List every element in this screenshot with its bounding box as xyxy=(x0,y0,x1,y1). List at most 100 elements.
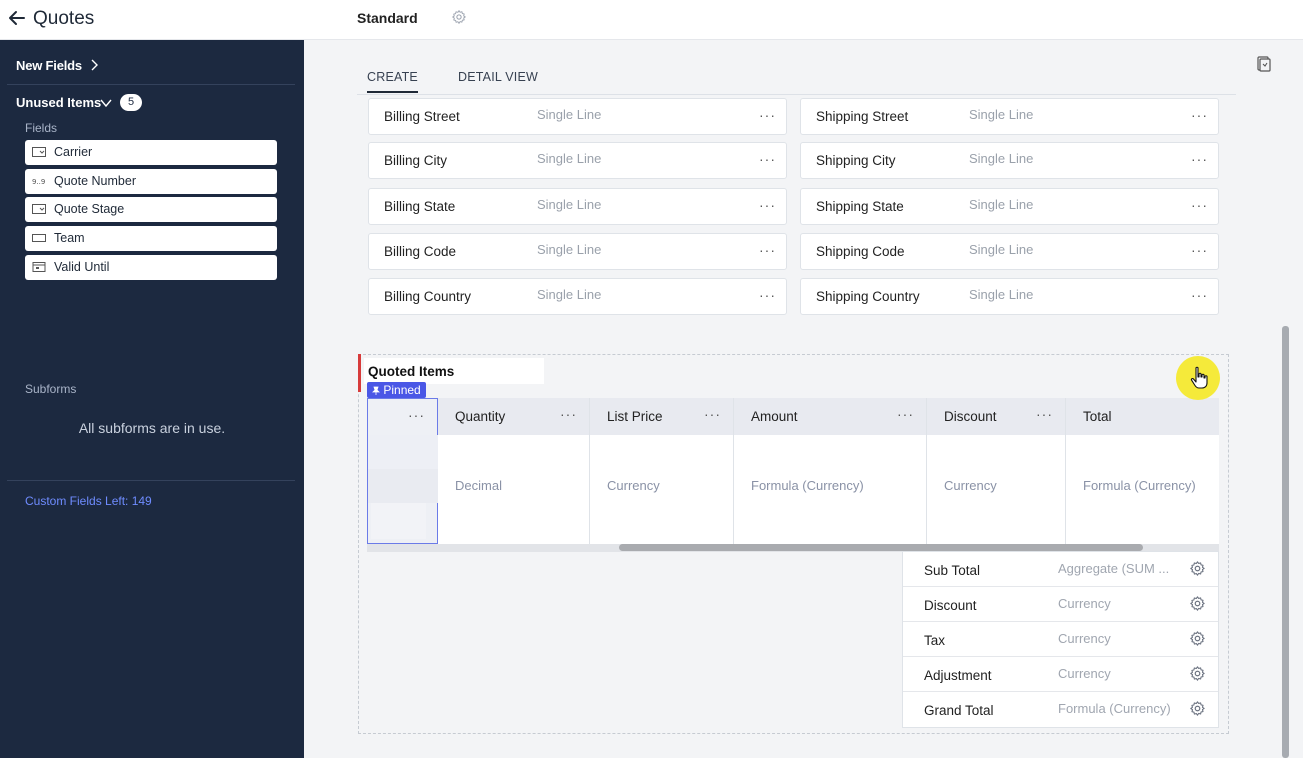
column-header: Quantity ··· xyxy=(438,398,589,435)
total-row-discount[interactable]: Discount Currency xyxy=(903,587,1218,622)
field-name: Shipping State xyxy=(816,199,904,214)
field-name: Shipping Country xyxy=(816,289,920,304)
field-billing-code[interactable]: Billing Code Single Line ··· xyxy=(368,233,787,270)
more-options-icon[interactable]: ··· xyxy=(897,406,914,422)
field-type: Single Line xyxy=(537,242,602,257)
column-title: Total xyxy=(1083,409,1112,424)
vertical-scrollbar[interactable] xyxy=(1282,326,1289,758)
field-label: Quote Number xyxy=(54,174,136,188)
total-row-label: Sub Total xyxy=(924,563,981,578)
back-arrow-icon[interactable] xyxy=(6,7,28,29)
gear-icon[interactable] xyxy=(1189,595,1206,612)
more-options-icon[interactable]: ··· xyxy=(1191,287,1208,303)
field-shipping-country[interactable]: Shipping Country Single Line ··· xyxy=(800,278,1219,315)
column-type: Formula (Currency) xyxy=(751,478,864,493)
pinned-cell xyxy=(368,469,438,503)
total-row-label: Tax xyxy=(924,633,946,648)
gear-icon[interactable] xyxy=(1189,560,1206,577)
field-type: Single Line xyxy=(969,242,1034,257)
field-type: Single Line xyxy=(537,151,602,166)
column-header: List Price ··· xyxy=(590,398,733,435)
horizontal-scrollbar[interactable] xyxy=(619,544,1143,551)
column-title: Amount xyxy=(751,409,798,424)
column-total[interactable]: Total Formula (Currency) xyxy=(1066,398,1219,544)
more-options-icon[interactable]: ··· xyxy=(1191,197,1208,213)
column-list-price[interactable]: List Price ··· Currency xyxy=(590,398,734,544)
column-title: List Price xyxy=(607,409,663,424)
sidebar: New Fields Unused Items 5 Fields Carrier… xyxy=(0,40,304,758)
more-options-icon[interactable]: ··· xyxy=(1191,107,1208,123)
more-options-icon[interactable]: ··· xyxy=(704,406,721,422)
layout-name[interactable]: Standard xyxy=(357,10,418,26)
page-preview-icon[interactable] xyxy=(1257,56,1271,72)
gear-icon[interactable] xyxy=(1189,700,1206,717)
module-title: Quotes xyxy=(33,8,95,29)
column-title: Quantity xyxy=(455,409,506,424)
total-row-label: Adjustment xyxy=(924,668,992,683)
gear-icon[interactable] xyxy=(1189,630,1206,647)
column-type: Formula (Currency) xyxy=(1083,478,1196,493)
quoted-items-title[interactable]: Quoted Items xyxy=(368,364,454,379)
more-options-icon[interactable]: ··· xyxy=(1191,242,1208,258)
more-options-icon[interactable]: ··· xyxy=(408,407,425,423)
total-row-grand-total[interactable]: Grand Total Formula (Currency) xyxy=(903,692,1218,727)
field-shipping-code[interactable]: Shipping Code Single Line ··· xyxy=(800,233,1219,270)
unused-field-team[interactable]: Team xyxy=(25,226,277,251)
field-billing-country[interactable]: Billing Country Single Line ··· xyxy=(368,278,787,315)
column-type: Currency xyxy=(607,478,660,493)
field-shipping-street[interactable]: Shipping Street Single Line ··· xyxy=(800,98,1219,135)
new-fields-label: New Fields xyxy=(16,58,82,73)
unused-items-label[interactable]: Unused Items xyxy=(16,95,101,110)
field-label: Team xyxy=(54,231,85,245)
auto-number-icon: 9..9 xyxy=(32,178,45,186)
column-discount[interactable]: Discount ··· Currency xyxy=(927,398,1066,544)
more-options-icon[interactable]: ··· xyxy=(560,406,577,422)
tab-create[interactable]: CREATE xyxy=(367,70,418,93)
section-marker xyxy=(358,354,361,392)
total-row-sub-total[interactable]: Sub Total Aggregate (SUM ... xyxy=(903,552,1218,587)
column-type: Currency xyxy=(944,478,997,493)
total-row-label: Grand Total xyxy=(924,703,994,718)
unused-field-valid-until[interactable]: Valid Until xyxy=(25,255,277,280)
field-name: Shipping City xyxy=(816,153,896,168)
view-tabs: CREATE DETAIL VIEW xyxy=(357,62,1236,95)
more-options-icon[interactable]: ··· xyxy=(759,287,776,303)
field-billing-city[interactable]: Billing City Single Line ··· xyxy=(368,142,787,179)
total-row-tax[interactable]: Tax Currency xyxy=(903,622,1218,657)
pinned-badge: Pinned xyxy=(367,382,426,398)
field-shipping-state[interactable]: Shipping State Single Line ··· xyxy=(800,188,1219,225)
unused-field-carrier[interactable]: Carrier xyxy=(25,140,277,165)
total-row-adjustment[interactable]: Adjustment Currency xyxy=(903,657,1218,692)
field-shipping-city[interactable]: Shipping City Single Line ··· xyxy=(800,142,1219,179)
chevron-down-icon[interactable] xyxy=(100,97,112,109)
pin-icon xyxy=(372,386,380,395)
unused-field-quote-number[interactable]: 9..9 Quote Number xyxy=(25,169,277,194)
column-amount[interactable]: Amount ··· Formula (Currency) xyxy=(734,398,927,544)
column-header: Amount ··· xyxy=(734,398,926,435)
pinned-column[interactable]: ··· xyxy=(367,398,438,544)
new-fields-toggle[interactable]: New Fields xyxy=(16,58,99,73)
field-label: Carrier xyxy=(54,145,93,159)
more-options-icon[interactable]: ··· xyxy=(759,151,776,167)
more-options-icon[interactable]: ··· xyxy=(759,107,776,123)
tab-detail-view[interactable]: DETAIL VIEW xyxy=(458,70,538,84)
more-options-icon[interactable]: ··· xyxy=(759,242,776,258)
hand-pointer-icon xyxy=(1190,366,1208,389)
unused-field-quote-stage[interactable]: Quote Stage xyxy=(25,197,277,222)
sidebar-divider xyxy=(7,480,295,481)
gear-icon[interactable] xyxy=(451,9,467,25)
column-quantity[interactable]: Quantity ··· Decimal xyxy=(438,398,590,544)
field-name: Billing Code xyxy=(384,244,457,259)
total-row-type: Currency xyxy=(1058,666,1111,681)
more-options-icon[interactable]: ··· xyxy=(1191,151,1208,167)
pinned-cell xyxy=(371,503,426,539)
field-type: Single Line xyxy=(969,287,1034,302)
more-options-icon[interactable]: ··· xyxy=(759,197,776,213)
field-type: Single Line xyxy=(969,197,1034,212)
gear-icon[interactable] xyxy=(1189,665,1206,682)
field-billing-state[interactable]: Billing State Single Line ··· xyxy=(368,188,787,225)
more-options-icon[interactable]: ··· xyxy=(1036,406,1053,422)
unused-count-badge: 5 xyxy=(120,94,142,111)
field-billing-street[interactable]: Billing Street Single Line ··· xyxy=(368,98,787,135)
line-items-table: ··· Quantity ··· Decimal List Price ··· … xyxy=(367,398,1219,546)
